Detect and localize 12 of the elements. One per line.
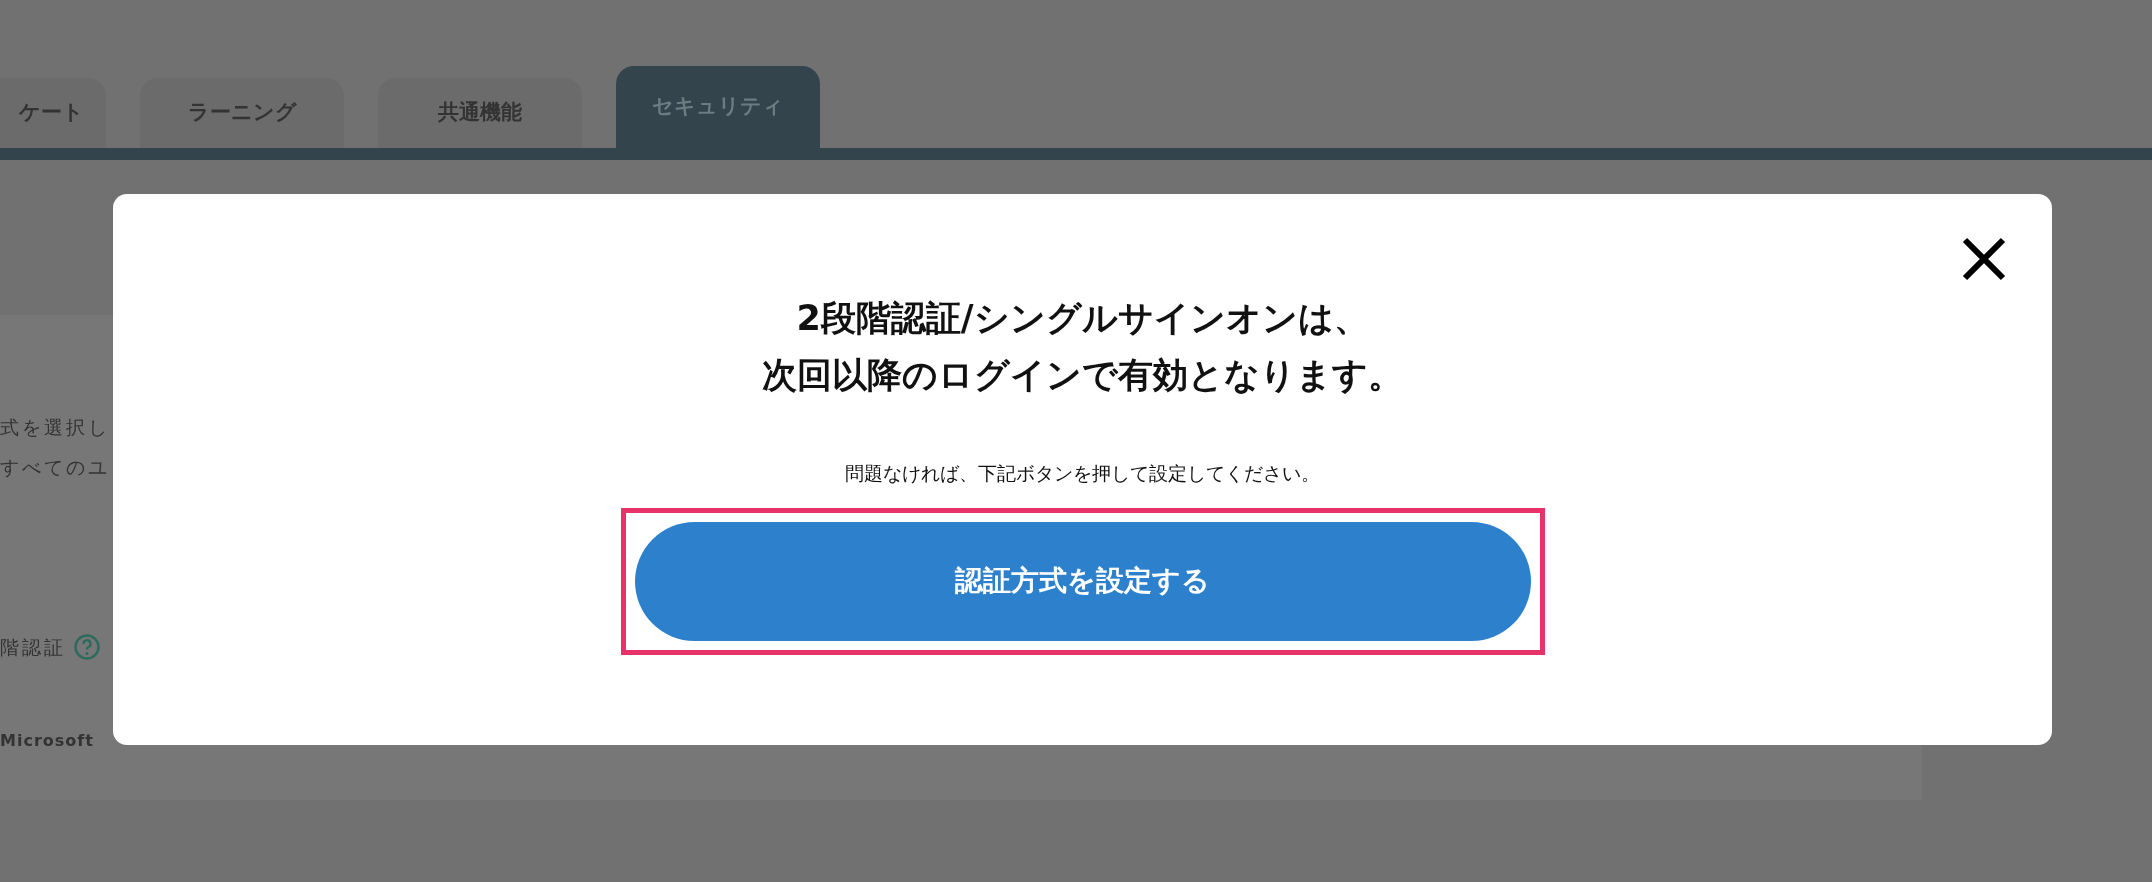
modal-message: 問題なければ、下記ボタンを押して設定してください。	[845, 461, 1320, 486]
tab[interactable]: ケート	[0, 78, 106, 148]
tab[interactable]: 共通機能	[378, 78, 582, 148]
set-auth-method-button[interactable]: 認証方式を設定する	[634, 521, 1531, 641]
modal-title: 2段階認証/シングルサインオンは、 次回以降のログインで有効となります。	[762, 297, 1403, 397]
provider-name: Microsoft	[0, 730, 94, 752]
close-button[interactable]	[1961, 236, 2007, 282]
description-text: 式を選択し	[0, 416, 110, 438]
tab[interactable]: セキュリティ	[616, 66, 820, 148]
setting-label: 階認証	[0, 635, 66, 660]
tab[interactable]: ラーニング	[140, 78, 344, 148]
description-text: すべてのユ	[0, 456, 110, 478]
